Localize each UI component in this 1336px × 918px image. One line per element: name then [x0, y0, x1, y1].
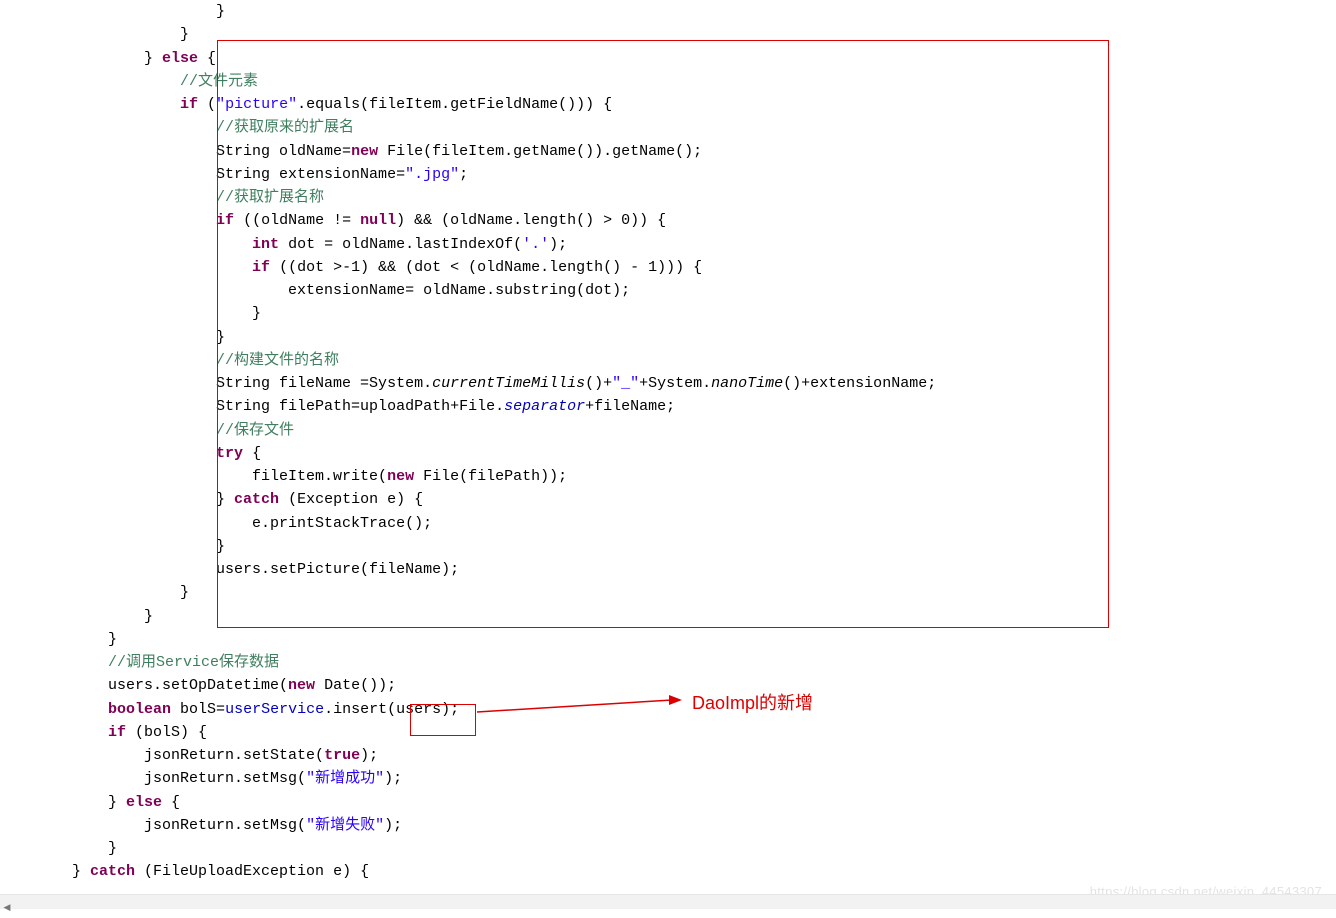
code-line: String filePath=uploadPath+File.separato… — [0, 398, 675, 415]
code-line: int dot = oldName.lastIndexOf('.'); — [0, 236, 567, 253]
code-line: jsonReturn.setState(true); — [0, 747, 378, 764]
code-line: } — [0, 3, 225, 20]
code-line: if ((oldName != null) && (oldName.length… — [0, 212, 666, 229]
code-block: } } } else { //文件元素 if ("picture".equals… — [0, 0, 1336, 894]
code-line: users.setPicture(fileName); — [0, 561, 459, 578]
code-line: String oldName=new File(fileItem.getName… — [0, 143, 702, 160]
code-line: } — [0, 584, 189, 601]
code-line: } — [0, 631, 117, 648]
code-line: String extensionName=".jpg"; — [0, 166, 468, 183]
code-line: //获取原来的扩展名 — [0, 119, 354, 136]
code-line: users.setOpDatetime(new Date()); — [0, 677, 396, 694]
code-line: try { — [0, 445, 261, 462]
code-line: } — [0, 329, 225, 346]
code-line: if ("picture".equals(fileItem.getFieldNa… — [0, 96, 612, 113]
code-line: fileItem.write(new File(filePath)); — [0, 468, 567, 485]
code-line: } else { — [0, 50, 216, 67]
code-line: if ((dot >-1) && (dot < (oldName.length(… — [0, 259, 702, 276]
code-line: //保存文件 — [0, 422, 294, 439]
code-line: String fileName =System.currentTimeMilli… — [0, 375, 936, 392]
scroll-left-icon[interactable]: ◀ — [0, 901, 14, 915]
code-line: } — [0, 538, 225, 555]
code-line: boolean bolS=userService.insert(users); — [0, 701, 459, 718]
code-line: extensionName= oldName.substring(dot); — [0, 282, 630, 299]
code-line: jsonReturn.setMsg("新增失败"); — [0, 817, 402, 834]
code-line: } — [0, 305, 261, 322]
code-line: } catch (Exception e) { — [0, 491, 423, 508]
code-line: } else { — [0, 794, 180, 811]
horizontal-scrollbar[interactable]: ◀ — [0, 894, 1336, 909]
code-line: } — [0, 26, 189, 43]
code-line: jsonReturn.setMsg("新增成功"); — [0, 770, 402, 787]
code-line: } — [0, 608, 153, 625]
code-line: if (bolS) { — [0, 724, 207, 741]
code-line: } catch (FileUploadException e) { — [0, 863, 369, 880]
code-line: //获取扩展名称 — [0, 189, 324, 206]
code-line: } — [0, 840, 117, 857]
code-line: //文件元素 — [0, 73, 258, 90]
code-line: //构建文件的名称 — [0, 352, 339, 369]
code-line: e.printStackTrace(); — [0, 515, 432, 532]
code-line: //调用Service保存数据 — [0, 654, 279, 671]
